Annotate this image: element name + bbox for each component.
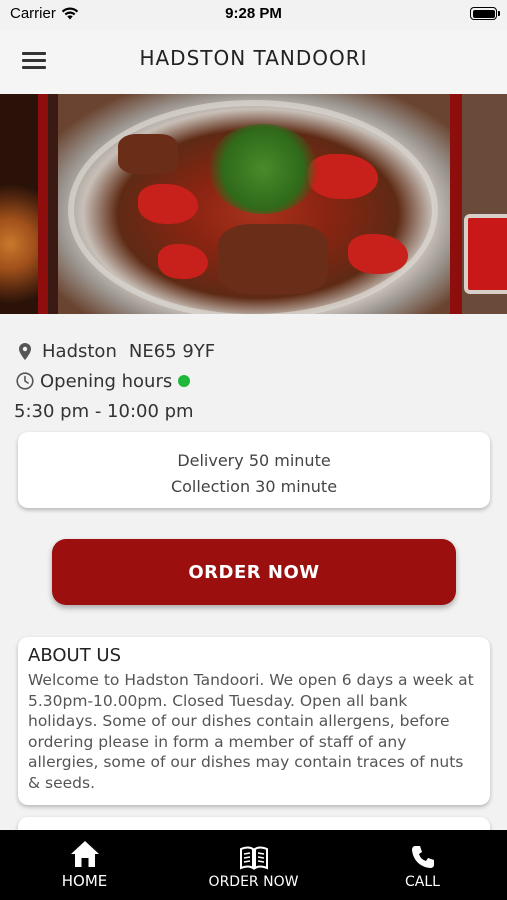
status-time: 9:28 PM — [225, 5, 282, 22]
page-title: HADSTON TANDOORI — [139, 46, 368, 70]
location-pin-icon — [14, 342, 36, 360]
clock-icon — [14, 372, 36, 390]
menu-book-icon — [239, 840, 269, 870]
opening-hours-label: Opening hours — [40, 370, 173, 392]
about-us-title: ABOUT US — [28, 645, 122, 666]
open-status-indicator — [178, 375, 191, 387]
app-header: HADSTON TANDOORI — [0, 30, 507, 94]
about-us-text: Welcome to Hadston Tandoori. We open 6 d… — [28, 671, 474, 792]
opening-hours-times: 5:30 pm - 10:00 pm — [14, 400, 194, 422]
status-bar: Carrier 9:28 PM — [0, 0, 507, 30]
tab-order-now-label: ORDER NOW — [208, 874, 299, 890]
carousel-slide-current — [58, 94, 450, 314]
opening-hours-row: Opening hours — [14, 366, 494, 396]
battery-icon — [470, 7, 500, 20]
tab-call-label: CALL — [405, 874, 440, 890]
tab-home-label: HOME — [61, 872, 108, 890]
location-postcode: NE65 9YF — [128, 340, 216, 362]
food-image-carousel[interactable] — [0, 94, 507, 314]
location-town: Hadston — [42, 340, 117, 362]
delivery-time: Delivery 50 minute — [177, 451, 331, 470]
about-us-card: ABOUT US Welcome to Hadston Tandoori. We… — [18, 637, 490, 805]
tab-call[interactable]: CALL — [338, 830, 507, 900]
bottom-tab-bar: HOME ORDER NOW CALL — [0, 830, 507, 900]
order-now-button[interactable]: ORDER NOW — [52, 539, 456, 605]
restaurant-info: Hadston NE65 9YF Opening hours 5:30 pm -… — [14, 336, 494, 426]
tab-order-now[interactable]: ORDER NOW — [169, 830, 338, 900]
tab-home[interactable]: HOME — [0, 830, 169, 900]
home-icon — [70, 838, 100, 868]
delivery-times-card: Delivery 50 minute Collection 30 minute — [18, 432, 490, 508]
collection-time: Collection 30 minute — [170, 477, 338, 496]
carousel-slide-previous — [0, 94, 48, 314]
location-row: Hadston NE65 9YF — [14, 336, 494, 366]
phone-icon — [410, 840, 436, 870]
carousel-slide-next — [450, 94, 507, 314]
herb-garnish — [208, 124, 318, 214]
